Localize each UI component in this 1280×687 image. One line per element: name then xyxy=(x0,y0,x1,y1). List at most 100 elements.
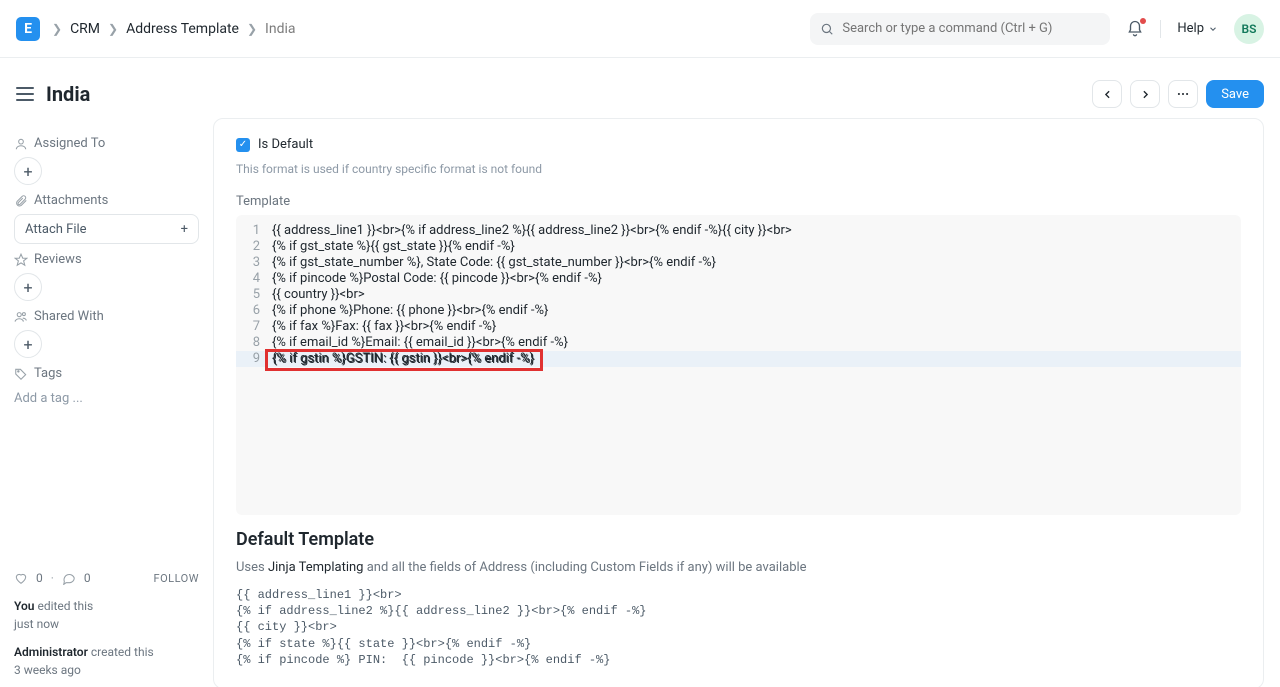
code-text: {% if pincode %}Postal Code: {{ pincode … xyxy=(272,271,1241,287)
chevron-right-icon: ❯ xyxy=(52,22,62,36)
add-tag-input[interactable]: Add a tag ... xyxy=(14,387,199,410)
shared-with-label: Shared With xyxy=(34,309,104,324)
checkbox-icon: ✓ xyxy=(236,138,250,152)
default-template-code: {{ address_line1 }}<br> {% if address_li… xyxy=(236,587,1241,668)
is-default-field[interactable]: ✓ Is Default xyxy=(236,137,1241,152)
chevron-right-icon: ❯ xyxy=(247,22,257,36)
line-number: 6 xyxy=(236,303,272,319)
code-line[interactable]: 5{{ country }}<br> xyxy=(236,287,1241,303)
more-menu-button[interactable] xyxy=(1168,80,1198,108)
next-record-button[interactable] xyxy=(1130,80,1160,108)
code-line[interactable]: 1{{ address_line1 }}<br>{% if address_li… xyxy=(236,223,1241,239)
template-editor[interactable]: 1{{ address_line1 }}<br>{% if address_li… xyxy=(236,215,1241,515)
highlight-box: {% if gstin %}GSTIN: {{ gstin }}<br>{% e… xyxy=(265,349,543,371)
help-menu[interactable]: Help xyxy=(1177,21,1218,36)
comments-count: 0 xyxy=(84,571,91,585)
main-content: ✓ Is Default This format is used if coun… xyxy=(213,118,1280,687)
tags-section: Tags Add a tag ... xyxy=(14,366,199,410)
code-text: {% if gst_state_number %}, State Code: {… xyxy=(272,255,1241,271)
comment-icon[interactable] xyxy=(62,571,76,585)
paperclip-icon xyxy=(14,194,28,208)
chevron-right-icon: ❯ xyxy=(108,22,118,36)
users-icon xyxy=(14,310,28,324)
more-horizontal-icon xyxy=(1176,87,1190,101)
line-number: 7 xyxy=(236,319,272,335)
line-number: 3 xyxy=(236,255,272,271)
form-card: ✓ Is Default This format is used if coun… xyxy=(213,118,1264,687)
code-line[interactable]: 3{% if gst_state_number %}, State Code: … xyxy=(236,255,1241,271)
attach-file-label: Attach File xyxy=(25,222,87,237)
add-review-button[interactable]: + xyxy=(14,273,42,301)
notifications-button[interactable] xyxy=(1126,20,1144,38)
code-text: {{ address_line1 }}<br>{% if address_lin… xyxy=(272,223,1241,239)
is-default-help: This format is used if country specific … xyxy=(236,162,1241,176)
breadcrumb-item[interactable]: Address Template xyxy=(126,21,239,37)
prev-record-button[interactable] xyxy=(1092,80,1122,108)
global-search[interactable] xyxy=(810,13,1110,45)
app-logo[interactable]: E xyxy=(16,17,40,41)
attach-file-button[interactable]: Attach File + xyxy=(14,214,199,244)
code-text: {% if gstin %}GSTIN: {{ gstin }}<br>{% e… xyxy=(272,351,1241,367)
breadcrumb-item-current: India xyxy=(265,21,295,37)
tag-icon xyxy=(14,367,28,381)
page-bar: India Save xyxy=(0,58,1280,118)
code-line[interactable]: 9{% if gstin %}GSTIN: {{ gstin }}<br>{% … xyxy=(236,351,1241,367)
top-bar: E ❯ CRM ❯ Address Template ❯ India Help … xyxy=(0,0,1280,58)
assigned-to-label: Assigned To xyxy=(34,136,105,151)
user-icon xyxy=(14,137,28,151)
user-avatar[interactable]: BS xyxy=(1234,14,1264,44)
add-assignee-button[interactable]: + xyxy=(14,157,42,185)
shared-with-section: Shared With + xyxy=(14,309,199,358)
code-text: {% if gst_state %}{{ gst_state }}{% endi… xyxy=(272,239,1241,255)
follow-button[interactable]: FOLLOW xyxy=(154,572,199,585)
code-line[interactable]: 8{% if email_id %}Email: {{ email_id }}<… xyxy=(236,335,1241,351)
search-input[interactable] xyxy=(842,21,1100,36)
code-text: {% if phone %}Phone: {{ phone }}<br>{% e… xyxy=(272,303,1241,319)
line-number: 2 xyxy=(236,239,272,255)
save-button[interactable]: Save xyxy=(1206,80,1264,108)
search-icon xyxy=(820,22,834,36)
star-icon xyxy=(14,253,28,267)
breadcrumb-item[interactable]: CRM xyxy=(70,21,100,37)
line-number: 9 xyxy=(236,351,272,367)
activity-entry: You edited this just now xyxy=(14,597,199,633)
assigned-to-section: Assigned To + xyxy=(14,136,199,185)
reviews-label: Reviews xyxy=(34,252,82,267)
page-title: India xyxy=(46,82,90,106)
chevron-right-icon xyxy=(1139,88,1152,101)
heart-icon[interactable] xyxy=(14,571,28,585)
code-text: {% if email_id %}Email: {{ email_id }}<b… xyxy=(272,335,1241,351)
line-number: 4 xyxy=(236,271,272,287)
attachments-label: Attachments xyxy=(34,193,108,208)
help-label: Help xyxy=(1177,21,1204,36)
menu-toggle[interactable] xyxy=(16,87,34,101)
breadcrumb: ❯ CRM ❯ Address Template ❯ India xyxy=(52,21,296,37)
code-line[interactable]: 4{% if pincode %}Postal Code: {{ pincode… xyxy=(236,271,1241,287)
template-label: Template xyxy=(236,194,1241,209)
code-line[interactable]: 7{% if fax %}Fax: {{ fax }}<br>{% endif … xyxy=(236,319,1241,335)
line-number: 8 xyxy=(236,335,272,351)
plus-icon: + xyxy=(181,222,188,237)
likes-count: 0 xyxy=(36,571,43,585)
line-number: 5 xyxy=(236,287,272,303)
default-template-description: Uses Jinja Templating and all the fields… xyxy=(236,560,1241,575)
default-template-title: Default Template xyxy=(236,529,1241,550)
jinja-templating-link[interactable]: Jinja Templating xyxy=(268,560,364,575)
reviews-section: Reviews + xyxy=(14,252,199,301)
tags-label: Tags xyxy=(34,366,62,381)
is-default-label: Is Default xyxy=(258,137,313,152)
code-line[interactable]: 2{% if gst_state %}{{ gst_state }}{% end… xyxy=(236,239,1241,255)
chevron-left-icon xyxy=(1101,88,1114,101)
code-text: {{ country }}<br> xyxy=(272,287,1241,303)
code-line[interactable]: 6{% if phone %}Phone: {{ phone }}<br>{% … xyxy=(236,303,1241,319)
activity-entry: Administrator created this 3 weeks ago xyxy=(14,643,199,679)
add-share-button[interactable]: + xyxy=(14,330,42,358)
chevron-down-icon xyxy=(1208,24,1218,34)
notification-dot xyxy=(1140,18,1146,24)
separator-dot: · xyxy=(51,571,54,585)
line-number: 1 xyxy=(236,223,272,239)
sidebar: Assigned To + Attachments Attach File + … xyxy=(0,118,213,687)
activity-log: You edited this just now Administrator c… xyxy=(14,597,199,679)
page-actions: Save xyxy=(1092,80,1264,108)
attachments-section: Attachments Attach File + xyxy=(14,193,199,244)
